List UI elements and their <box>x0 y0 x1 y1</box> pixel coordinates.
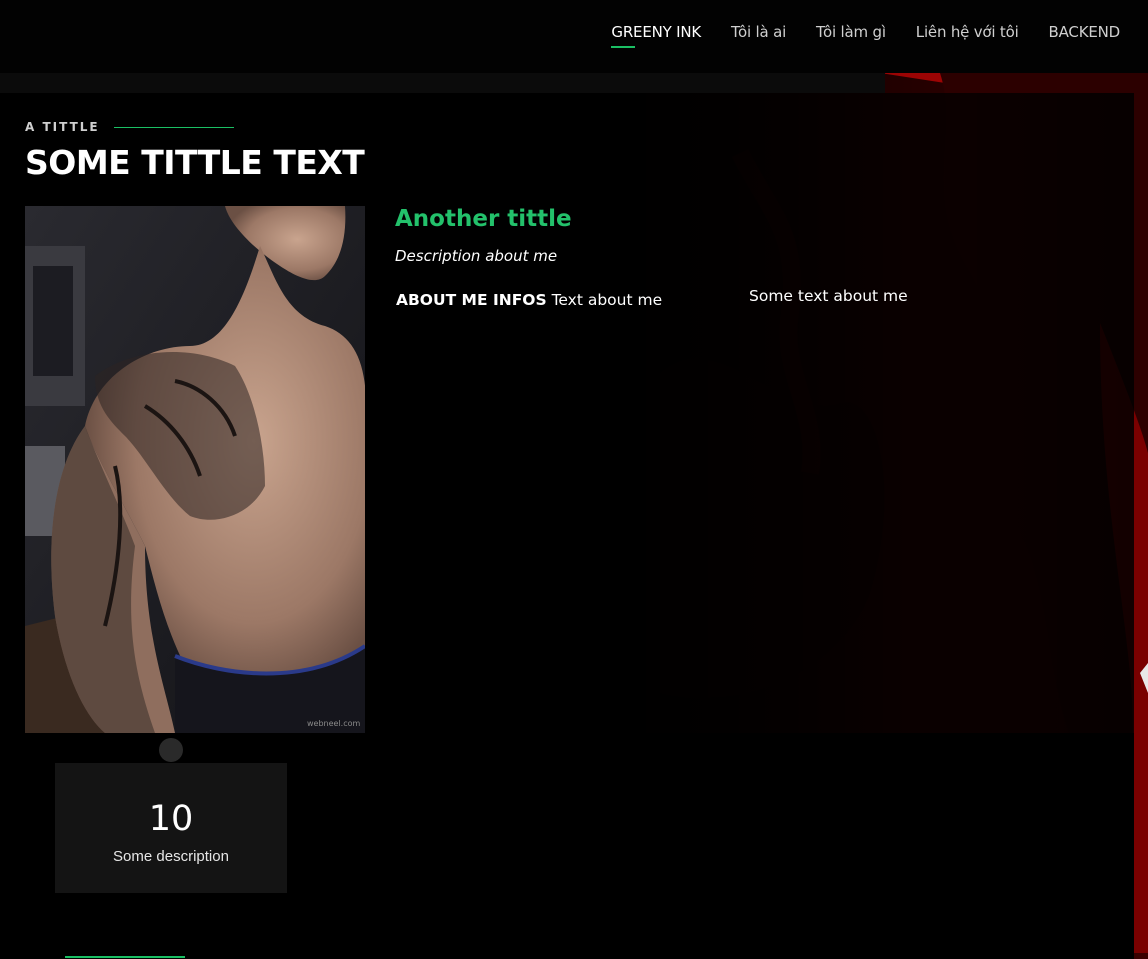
about-info-text: Text about me <box>551 291 663 309</box>
top-navbar: GREENY INK Tôi là ai Tôi làm gì Liên hệ … <box>0 0 1148 73</box>
photo-watermark: webneel.com <box>307 719 361 728</box>
header-divider-strip <box>0 73 885 93</box>
profile-photo: webneel.com <box>25 206 365 733</box>
about-subtitle: Another tittle <box>395 206 572 232</box>
stat-card: 10 Some description <box>55 763 287 893</box>
nav-item-who-am-i[interactable]: Tôi là ai <box>731 22 786 42</box>
nav-item-backend[interactable]: BACKEND <box>1049 22 1121 42</box>
kicker-text: A TITTLE <box>25 120 100 134</box>
about-info-label: ABOUT ME INFOS <box>396 291 547 309</box>
about-description: Description about me <box>395 247 558 265</box>
carousel-dot[interactable] <box>159 738 183 762</box>
about-info-line: ABOUT ME INFOS Text about me <box>396 291 662 309</box>
nav-item-what-i-do[interactable]: Tôi làm gì <box>816 22 886 42</box>
kicker-divider <box>113 126 234 128</box>
section-kicker: A TITTLE <box>25 120 234 134</box>
nav-item-contact[interactable]: Liên hệ với tôi <box>916 22 1019 42</box>
main-navigation: GREENY INK Tôi là ai Tôi làm gì Liên hệ … <box>611 22 1121 48</box>
stat-label: Some description <box>113 848 229 865</box>
section-bottom-divider <box>65 956 185 958</box>
stat-number: 10 <box>148 799 194 839</box>
about-side-text: Some text about me <box>749 287 908 305</box>
page-title: SOME TITTLE TEXT <box>25 143 365 182</box>
nav-item-greeny-ink[interactable]: GREENY INK <box>611 22 701 48</box>
about-section: A TITTLE SOME TITTLE TEXT webneel.com An… <box>0 93 1134 959</box>
